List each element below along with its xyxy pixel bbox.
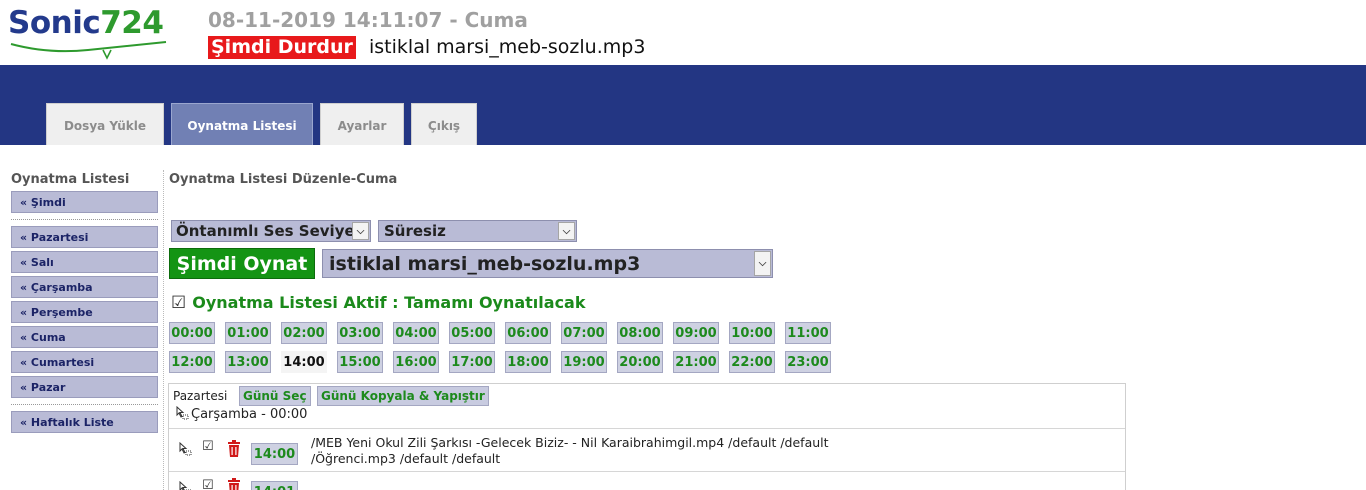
group-header-text: Çarşamba - 00:00: [191, 407, 308, 422]
sidebar-item-wednesday[interactable]: « Çarşamba: [11, 276, 158, 298]
drag-handle-icon[interactable]: [175, 405, 189, 420]
hour-button[interactable]: 11:00: [785, 322, 831, 344]
sidebar-item-friday[interactable]: « Cuma: [11, 326, 158, 348]
hour-button[interactable]: 08:00: [617, 322, 663, 344]
logo-text-sonic: Sonic: [8, 5, 101, 41]
schedule-group-header: Çarşamba - 00:00: [175, 405, 308, 422]
hour-button[interactable]: 00:00: [169, 322, 215, 344]
entry-time-button[interactable]: 14:01: [251, 481, 298, 490]
hour-button[interactable]: 05:00: [449, 322, 495, 344]
logo-text-number: 724: [100, 5, 164, 41]
current-datetime: 08-11-2019 14:11:07 - Cuma: [208, 8, 528, 32]
sidebar-item-weekly-list[interactable]: « Haftalık Liste: [11, 411, 158, 433]
playlist-active-toggle[interactable]: ☑ Oynatma Listesi Aktif : Tamamı Oynatıla…: [171, 293, 586, 313]
hour-button[interactable]: 02:00: [281, 322, 327, 344]
chevron-down-icon[interactable]: ⌵: [754, 251, 771, 276]
now-playing-file: istiklal marsi_meb-sozlu.mp3: [369, 36, 646, 58]
entry-checkbox[interactable]: ☑: [202, 439, 214, 454]
top-header: Sonic724 08-11-2019 14:11:07 - Cuma Şimd…: [0, 0, 1366, 65]
play-now-button[interactable]: Şimdi Oynat: [169, 248, 315, 279]
hour-button[interactable]: 01:00: [225, 322, 271, 344]
hour-button[interactable]: 17:00: [449, 351, 495, 373]
hour-button[interactable]: 23:00: [785, 351, 831, 373]
file-select[interactable]: istiklal marsi_meb-sozlu.mp3 ⌵: [322, 249, 773, 278]
tab-logout[interactable]: Çıkış: [411, 103, 477, 145]
hour-button[interactable]: 22:00: [729, 351, 775, 373]
duration-select[interactable]: Süresiz ⌵: [378, 220, 577, 242]
column-divider: [163, 170, 164, 490]
hour-button[interactable]: 03:00: [337, 322, 383, 344]
hour-button[interactable]: 21:00: [673, 351, 719, 373]
entry-checkbox[interactable]: ☑: [202, 478, 214, 490]
entry-file-list: /MEB Yeni Okul Zili Şarkısı -Gelecek Biz…: [311, 435, 829, 467]
hour-button[interactable]: 20:00: [617, 351, 663, 373]
hour-button[interactable]: 10:00: [729, 322, 775, 344]
hour-button[interactable]: 06:00: [505, 322, 551, 344]
volume-level-select[interactable]: Öntanımlı Ses Seviyesi ⌵: [171, 220, 371, 242]
tab-playlist[interactable]: Oynatma Listesi: [171, 103, 313, 145]
hour-button[interactable]: 15:00: [337, 351, 383, 373]
pick-day-button[interactable]: Günü Seç: [239, 386, 311, 406]
copy-paste-day-button[interactable]: Günü Kopyala & Yapıştır: [317, 386, 489, 406]
logo-swoosh-icon: [10, 41, 167, 60]
file-select-value: istiklal marsi_meb-sozlu.mp3: [329, 253, 641, 275]
main-navigation: Dosya Yükle Oynatma Listesi Ayarlar Çıkı…: [0, 65, 1366, 145]
stop-now-button[interactable]: Şimdi Durdur: [208, 36, 356, 59]
hour-button[interactable]: 13:00: [225, 351, 271, 373]
chevron-down-icon[interactable]: ⌵: [352, 222, 369, 240]
hour-button[interactable]: 19:00: [561, 351, 607, 373]
hour-button[interactable]: 09:00: [673, 322, 719, 344]
row-divider: [169, 471, 1125, 472]
left-sidebar: Oynatma Listesi « Şimdi « Pazartesi « Sa…: [11, 172, 161, 436]
hour-button[interactable]: 12:00: [169, 351, 215, 373]
tab-upload-file[interactable]: Dosya Yükle: [46, 103, 164, 145]
sidebar-divider: [11, 219, 158, 220]
checkbox-checked-icon[interactable]: ☑: [171, 293, 186, 313]
chevron-down-icon[interactable]: ⌵: [558, 222, 575, 240]
sidebar-item-tuesday[interactable]: « Salı: [11, 251, 158, 273]
sidebar-item-now[interactable]: « Şimdi: [11, 191, 158, 213]
playlist-active-label: Oynatma Listesi Aktif : Tamamı Oynatılac…: [192, 293, 586, 312]
sidebar-item-sunday[interactable]: « Pazar: [11, 376, 158, 398]
drag-handle-icon[interactable]: [178, 481, 192, 490]
hour-button[interactable]: 14:00: [281, 351, 327, 373]
sonic724-logo[interactable]: Sonic724: [8, 6, 173, 60]
entry-file: /Öğrenci.mp3 /default /default: [311, 451, 501, 466]
sidebar-item-thursday[interactable]: « Perşembe: [11, 301, 158, 323]
page-title: Oynatma Listesi Düzenle-Cuma: [169, 172, 398, 187]
trash-icon[interactable]: [227, 440, 241, 457]
drag-handle-icon[interactable]: [178, 442, 192, 456]
hour-button[interactable]: 04:00: [393, 322, 439, 344]
sidebar-title: Oynatma Listesi: [11, 172, 130, 187]
entry-time-button[interactable]: 14:00: [251, 443, 298, 465]
sidebar-item-monday[interactable]: « Pazartesi: [11, 226, 158, 248]
row-divider: [169, 428, 1125, 429]
entry-file: /MEB Yeni Okul Zili Şarkısı -Gelecek Biz…: [311, 435, 829, 450]
hour-button[interactable]: 16:00: [393, 351, 439, 373]
volume-level-value: Öntanımlı Ses Seviyesi: [176, 222, 369, 240]
duration-value: Süresiz: [384, 222, 446, 240]
trash-icon[interactable]: [227, 478, 241, 490]
hour-button[interactable]: 18:00: [505, 351, 551, 373]
tab-settings[interactable]: Ayarlar: [320, 103, 404, 145]
sidebar-divider: [11, 404, 158, 405]
sidebar-item-saturday[interactable]: « Cumartesi: [11, 351, 158, 373]
schedule-panel: Pazartesi Günü Seç Günü Kopyala & Yapışt…: [168, 383, 1126, 490]
day-label: Pazartesi: [173, 389, 228, 403]
hour-button[interactable]: 07:00: [561, 322, 607, 344]
